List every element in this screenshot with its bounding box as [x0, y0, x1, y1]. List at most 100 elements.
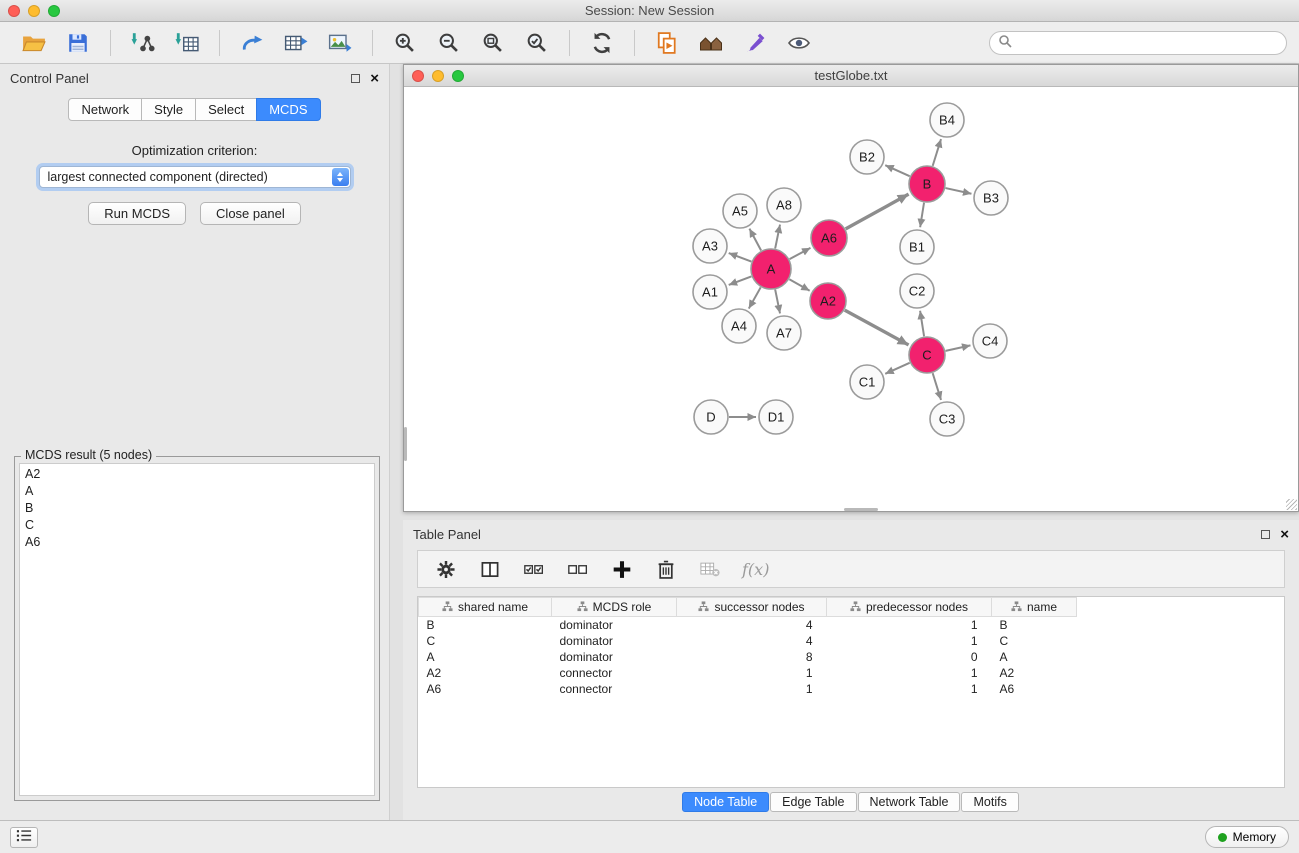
float-panel-icon[interactable] [351, 74, 360, 83]
table-cell[interactable]: 1 [827, 681, 992, 697]
mcds-result-item[interactable]: A2 [20, 466, 374, 483]
select-all-button[interactable] [516, 557, 552, 582]
tab-select[interactable]: Select [195, 98, 257, 121]
edge-B-B3[interactable] [946, 188, 972, 194]
criterion-select[interactable]: largest connected component (directed) [39, 166, 351, 188]
delete-table-button[interactable] [692, 557, 728, 582]
edge-A-A3[interactable] [729, 253, 752, 262]
network-zoom-button[interactable] [452, 70, 464, 82]
table-row[interactable]: Adominator80A [419, 649, 1284, 665]
node-B[interactable]: B [909, 166, 945, 202]
table-cell[interactable]: dominator [552, 633, 677, 649]
node-A5[interactable]: A5 [723, 194, 757, 228]
table-cell[interactable]: B [419, 617, 552, 633]
resize-handle[interactable] [1286, 499, 1297, 510]
node-B4[interactable]: B4 [930, 103, 964, 137]
edge-A-A8[interactable] [775, 225, 780, 249]
table-row[interactable]: Bdominator41B [419, 617, 1284, 633]
table-cell[interactable]: dominator [552, 649, 677, 665]
edge-C-C3[interactable] [933, 373, 941, 400]
paint-style-button[interactable] [736, 29, 774, 57]
node-B3[interactable]: B3 [974, 181, 1008, 215]
table-cell[interactable]: C [419, 633, 552, 649]
node-A1[interactable]: A1 [693, 275, 727, 309]
show-panels-button[interactable] [10, 827, 38, 848]
node-A3[interactable]: A3 [693, 229, 727, 263]
add-row-button[interactable] [604, 557, 640, 582]
vertical-scrollbar[interactable] [404, 427, 407, 461]
column-header-mcds-role[interactable]: MCDS role [552, 598, 677, 617]
tab-motifs[interactable]: Motifs [961, 792, 1018, 812]
copy-view-button[interactable] [648, 29, 686, 57]
memory-button[interactable]: Memory [1205, 826, 1289, 848]
apply-layout-button[interactable] [233, 29, 271, 57]
column-header-predecessor-nodes[interactable]: predecessor nodes [827, 598, 992, 617]
table-cell[interactable]: B [992, 617, 1077, 633]
node-B2[interactable]: B2 [850, 140, 884, 174]
network-close-button[interactable] [412, 70, 424, 82]
zoom-in-button[interactable] [386, 29, 424, 57]
split-columns-button[interactable] [472, 557, 508, 582]
deselect-all-button[interactable] [560, 557, 596, 582]
delete-row-button[interactable] [648, 557, 684, 582]
show-hide-button[interactable] [780, 29, 818, 57]
mcds-result-item[interactable]: B [20, 500, 374, 517]
edge-A6-B[interactable] [846, 194, 909, 229]
node-C4[interactable]: C4 [973, 324, 1007, 358]
save-session-button[interactable] [59, 29, 97, 57]
mcds-result-list[interactable]: A2ABCA6 [19, 463, 375, 796]
function-builder-button[interactable]: f(x) [736, 560, 775, 579]
column-header-shared-name[interactable]: shared name [419, 598, 552, 617]
table-row[interactable]: A6connector11A6 [419, 681, 1284, 697]
table-cell[interactable]: 1 [827, 633, 992, 649]
node-A[interactable]: A [751, 249, 791, 289]
table-cell[interactable]: A2 [992, 665, 1077, 681]
table-cell[interactable]: A6 [992, 681, 1077, 697]
tab-style[interactable]: Style [141, 98, 196, 121]
zoom-out-button[interactable] [430, 29, 468, 57]
table-cell[interactable]: 0 [827, 649, 992, 665]
tab-network[interactable]: Network [68, 98, 142, 121]
mcds-result-item[interactable]: A [20, 483, 374, 500]
refresh-view-button[interactable] [583, 29, 621, 57]
node-C1[interactable]: C1 [850, 365, 884, 399]
edge-A-A5[interactable] [749, 229, 761, 251]
table-cell[interactable]: dominator [552, 617, 677, 633]
run-mcds-button[interactable]: Run MCDS [88, 202, 186, 225]
node-A6[interactable]: A6 [811, 220, 847, 256]
edge-A-A1[interactable] [729, 276, 752, 285]
node-A7[interactable]: A7 [767, 316, 801, 350]
table-cell[interactable]: A [419, 649, 552, 665]
table-cell[interactable]: A2 [419, 665, 552, 681]
edge-A2-C[interactable] [845, 310, 909, 345]
table-cell[interactable]: connector [552, 681, 677, 697]
edge-B-B1[interactable] [920, 203, 924, 227]
import-network-button[interactable] [124, 29, 162, 57]
node-C3[interactable]: C3 [930, 402, 964, 436]
tab-network-table[interactable]: Network Table [858, 792, 961, 812]
minimize-window-button[interactable] [28, 5, 40, 17]
table-row[interactable]: Cdominator41C [419, 633, 1284, 649]
zoom-window-button[interactable] [48, 5, 60, 17]
edge-C-C1[interactable] [885, 363, 909, 374]
tab-mcds[interactable]: MCDS [256, 98, 320, 121]
tab-edge-table[interactable]: Edge Table [770, 792, 856, 812]
table-cell[interactable]: 1 [677, 681, 827, 697]
node-D[interactable]: D [694, 400, 728, 434]
column-header-name[interactable]: name [992, 598, 1077, 617]
edge-C-C2[interactable] [920, 311, 924, 336]
close-panel-icon[interactable]: × [370, 71, 379, 86]
zoom-selected-button[interactable] [518, 29, 556, 57]
mcds-result-item[interactable]: A6 [20, 534, 374, 551]
close-window-button[interactable] [8, 5, 20, 17]
node-B1[interactable]: B1 [900, 230, 934, 264]
edge-A-A2[interactable] [789, 279, 809, 290]
export-table-button[interactable] [277, 29, 315, 57]
table-cell[interactable]: C [992, 633, 1077, 649]
edge-C-C4[interactable] [946, 345, 971, 351]
node-C[interactable]: C [909, 337, 945, 373]
network-window-titlebar[interactable]: testGlobe.txt [404, 65, 1298, 87]
edge-A-A7[interactable] [775, 290, 780, 314]
zoom-fit-button[interactable] [474, 29, 512, 57]
gear-button[interactable] [428, 557, 464, 582]
